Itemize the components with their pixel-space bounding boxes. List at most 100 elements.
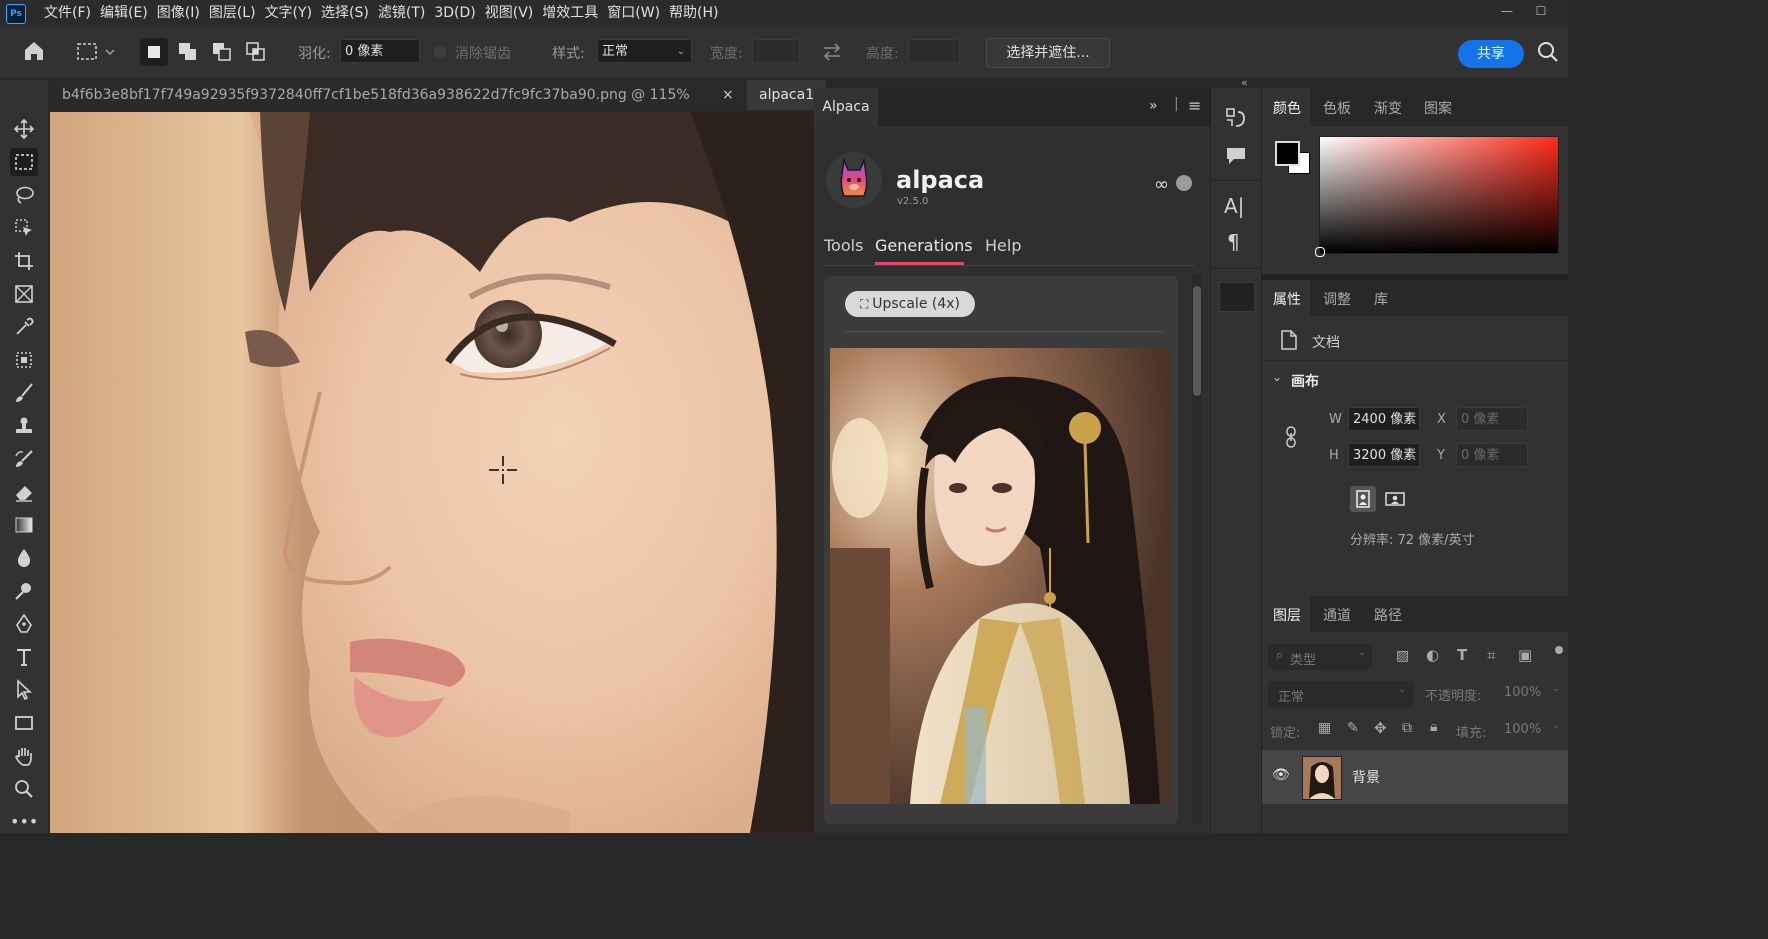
portrait-orientation-icon[interactable] [1350, 486, 1376, 512]
subtract-selection-icon[interactable] [210, 40, 234, 68]
move-tool-icon[interactable] [10, 115, 38, 143]
landscape-orientation-icon[interactable] [1382, 486, 1408, 512]
fill-value[interactable]: 100% [1504, 722, 1541, 737]
chevron-down-icon[interactable]: ⌄ [1552, 720, 1560, 731]
tab-gradients[interactable]: 渐变 [1374, 98, 1402, 118]
type-filter-icon[interactable]: T [1457, 646, 1467, 664]
rectangle-tool-icon[interactable] [10, 709, 38, 737]
opacity-value[interactable]: 100% [1504, 685, 1541, 700]
nav-generations[interactable]: Generations [875, 236, 973, 255]
panel-menu-icon[interactable]: ≡ [1188, 96, 1201, 115]
history-panel-icon[interactable] [1224, 106, 1248, 134]
chevron-down-icon[interactable]: ⌄ [1272, 370, 1282, 384]
nav-tools[interactable]: Tools [824, 236, 863, 255]
select-and-mask-button[interactable]: 选择并遮住... [986, 38, 1110, 68]
menu-edit[interactable]: 编辑(E) [98, 0, 155, 26]
intersect-selection-icon[interactable] [244, 40, 268, 68]
canvas[interactable] [50, 112, 814, 833]
path-selection-tool-icon[interactable] [10, 676, 38, 704]
minimize-icon[interactable]: — [1492, 0, 1522, 22]
shape-filter-icon[interactable]: ⌗ [1487, 646, 1495, 664]
eraser-tool-icon[interactable] [10, 478, 38, 506]
height-input[interactable] [908, 39, 960, 63]
hand-tool-icon[interactable] [10, 742, 38, 770]
feather-input[interactable]: 0 像素 [340, 39, 420, 63]
generated-image-thumbnail[interactable] [830, 348, 1172, 804]
chevron-down-icon[interactable]: ⌄ [1552, 683, 1560, 694]
layer-filter-select[interactable]: ⌕ 类型 ⌄ [1268, 644, 1372, 670]
image-filter-icon[interactable]: ▨ [1396, 648, 1409, 664]
menu-select[interactable]: 选择(S) [319, 0, 376, 26]
lock-image-icon[interactable]: ✎ [1347, 720, 1359, 736]
menu-type[interactable]: 文字(Y) [263, 0, 319, 26]
menu-image[interactable]: 图像(I) [155, 0, 207, 26]
dodge-tool-icon[interactable] [10, 577, 38, 605]
tab-swatches[interactable]: 色板 [1323, 98, 1351, 118]
rect-marquee-preset-icon[interactable] [76, 41, 116, 67]
maximize-icon[interactable]: ☐ [1526, 0, 1556, 22]
expand-icon[interactable]: » [1149, 98, 1158, 114]
crop-tool-icon[interactable] [10, 247, 38, 275]
filter-toggle-dot[interactable] [1555, 646, 1563, 654]
more-tools-icon[interactable]: ••• [10, 808, 38, 836]
canvas-height-input[interactable]: 3200 像素 [1348, 443, 1420, 467]
close-tab-icon[interactable]: × [722, 80, 734, 110]
tab-channels[interactable]: 通道 [1323, 605, 1351, 625]
canvas-width-input[interactable]: 2400 像素 [1348, 407, 1420, 431]
tab-patterns[interactable]: 图案 [1424, 98, 1452, 118]
tab-layers[interactable]: 图层 [1273, 605, 1301, 625]
menu-3d[interactable]: 3D(D) [432, 0, 482, 26]
type-tool-icon[interactable] [10, 643, 38, 671]
tab-color[interactable]: 颜色 [1273, 98, 1301, 118]
canvas-x-input[interactable]: 0 像素 [1456, 407, 1528, 431]
style-select[interactable]: 正常 ⌄ [597, 39, 692, 63]
lock-artboard-icon[interactable]: ⧉ [1402, 720, 1412, 736]
tab-libraries[interactable]: 库 [1374, 289, 1388, 309]
scrollbar-track[interactable] [1192, 274, 1202, 824]
menu-help[interactable]: 帮助(H) [667, 0, 725, 26]
blur-tool-icon[interactable] [10, 544, 38, 572]
menu-file[interactable]: 文件(F) [42, 0, 98, 26]
add-selection-icon[interactable] [176, 40, 200, 68]
menu-window[interactable]: 窗口(W) [605, 0, 667, 26]
antialias-checkbox[interactable] [434, 46, 446, 58]
lock-position-icon[interactable]: ✥ [1374, 719, 1387, 737]
menu-plugins[interactable]: 增效工具 [540, 0, 605, 26]
pen-tool-icon[interactable] [10, 610, 38, 638]
comments-panel-icon[interactable] [1224, 144, 1248, 172]
layer-name[interactable]: 背景 [1352, 767, 1380, 787]
lock-all-icon[interactable]: 🔒︎ [1430, 719, 1437, 735]
clone-stamp-tool-icon[interactable] [10, 412, 38, 440]
eyedropper-tool-icon[interactable] [10, 313, 38, 341]
scrollbar-thumb[interactable] [1193, 286, 1201, 396]
canvas-y-input[interactable]: 0 像素 [1456, 443, 1528, 467]
gradient-tool-icon[interactable] [10, 511, 38, 539]
swap-icon[interactable] [821, 42, 843, 66]
new-selection-icon[interactable] [140, 38, 168, 66]
color-picker-field[interactable] [1315, 136, 1559, 257]
nav-help[interactable]: Help [985, 236, 1021, 255]
history-brush-tool-icon[interactable] [10, 445, 38, 473]
alpaca-tab[interactable]: Alpaca [814, 88, 878, 126]
menu-view[interactable]: 视图(V) [483, 0, 541, 26]
document-tab-active[interactable]: b4f6b3e8bf17f749a92935f9372840ff7cf1be51… [50, 80, 742, 133]
menu-filter[interactable]: 滤镜(T) [376, 0, 432, 26]
paragraph-panel-icon[interactable]: ¶ [1227, 230, 1240, 254]
width-input[interactable] [752, 39, 800, 63]
tab-paths[interactable]: 路径 [1374, 605, 1402, 625]
upscale-button[interactable]: ⛶ Upscale (4x) [845, 291, 975, 317]
rect-marquee-tool-icon[interactable] [10, 148, 38, 176]
menu-layer[interactable]: 图层(L) [207, 0, 263, 26]
brush-tool-icon[interactable] [10, 379, 38, 407]
eye-visibility-icon[interactable]: 👁︎ [1272, 767, 1290, 783]
link-dimensions-icon[interactable] [1284, 426, 1298, 452]
adjustment-filter-icon[interactable]: ◐ [1426, 646, 1439, 664]
home-icon[interactable] [22, 39, 46, 67]
search-icon[interactable] [1536, 40, 1560, 68]
foreground-color-swatch[interactable] [1275, 141, 1300, 166]
tab-adjustments[interactable]: 调整 [1323, 289, 1351, 309]
zoom-tool-icon[interactable] [10, 775, 38, 803]
layer-row-background[interactable]: 👁︎ 背景 [1262, 750, 1568, 804]
object-selection-tool-icon[interactable] [10, 214, 38, 242]
share-button[interactable]: 共享 [1458, 40, 1524, 68]
